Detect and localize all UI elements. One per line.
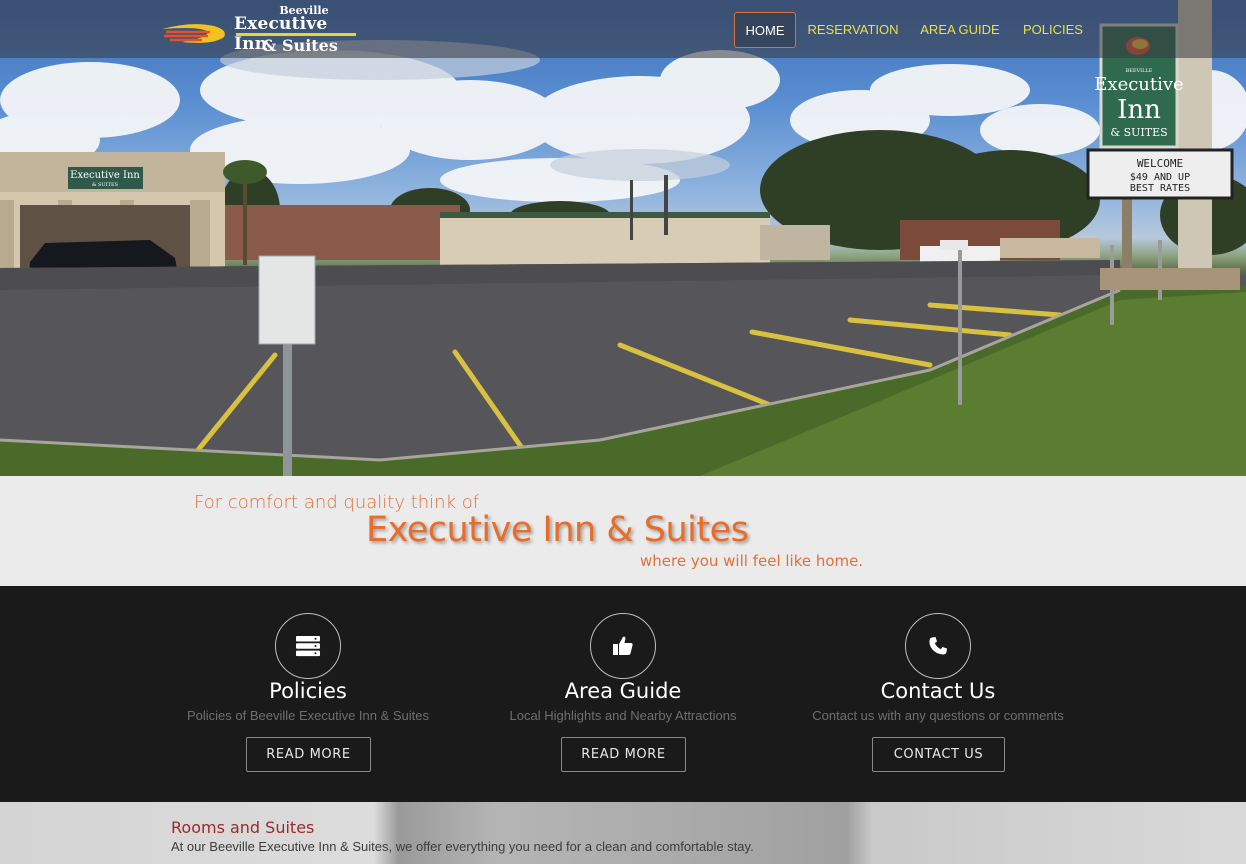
svg-text:Inn: Inn: [1117, 95, 1161, 125]
rooms-section: Rooms and Suites At our Beeville Executi…: [0, 802, 1246, 864]
feature-policies-desc: Policies of Beeville Executive Inn & Sui…: [186, 708, 430, 723]
nav-area-guide[interactable]: AREA GUIDE: [918, 12, 1002, 46]
svg-text:Executive: Executive: [1094, 74, 1183, 95]
tagline-brand: Executive Inn & Suites: [366, 510, 749, 550]
feature-policies-title: Policies: [269, 679, 347, 703]
nav-reservation[interactable]: RESERVATION: [806, 12, 900, 46]
feature-contact-icon-circle: [905, 613, 971, 679]
svg-text:WELCOME: WELCOME: [1137, 157, 1183, 170]
nav-policies[interactable]: POLICIES: [1020, 12, 1086, 46]
svg-text:& SUITES: & SUITES: [92, 182, 119, 188]
svg-text:$49 AND UP: $49 AND UP: [1130, 172, 1190, 183]
feature-area-guide-title: Area Guide: [564, 679, 682, 703]
top-navbar: Beeville Executive Inn & Suites HOME RES…: [0, 0, 1246, 58]
svg-text:BEST RATES: BEST RATES: [1130, 183, 1190, 194]
area-guide-read-more-button[interactable]: READ MORE: [561, 737, 686, 772]
site-logo[interactable]: Beeville Executive Inn & Suites: [162, 4, 362, 56]
rooms-description: At our Beeville Executive Inn & Suites, …: [171, 839, 754, 854]
feature-contact-title: Contact Us: [880, 679, 996, 703]
sun-swoosh-icon: [162, 24, 225, 43]
logo-suites: & Suites: [262, 36, 338, 55]
svg-text:& SUITES: & SUITES: [1110, 126, 1167, 139]
phone-icon: [929, 637, 947, 655]
feature-area-guide-icon-circle: [590, 613, 656, 679]
policies-read-more-button[interactable]: READ MORE: [246, 737, 371, 772]
feature-policies-icon-circle: [275, 613, 341, 679]
svg-text:Executive Inn: Executive Inn: [70, 170, 140, 181]
hero-banner: Executive Inn & SUITES BEEVILLE Executiv…: [0, 0, 1246, 476]
contact-us-button[interactable]: CONTACT US: [872, 737, 1005, 772]
hero-photo: Executive Inn & SUITES BEEVILLE Executiv…: [0, 0, 1246, 476]
server-icon: [296, 636, 320, 657]
tagline-outro: where you will feel like home.: [640, 552, 864, 570]
rooms-title: Rooms and Suites: [171, 818, 315, 837]
thumbs-up-icon: [613, 636, 633, 655]
features-section: Policies Policies of Beeville Executive …: [0, 586, 1246, 802]
tagline-section: For comfort and quality think of Executi…: [0, 476, 1246, 586]
feature-contact-desc: Contact us with any questions or comment…: [812, 708, 1064, 723]
nav-home[interactable]: HOME: [734, 12, 796, 48]
feature-area-guide-desc: Local Highlights and Nearby Attractions: [509, 708, 737, 723]
